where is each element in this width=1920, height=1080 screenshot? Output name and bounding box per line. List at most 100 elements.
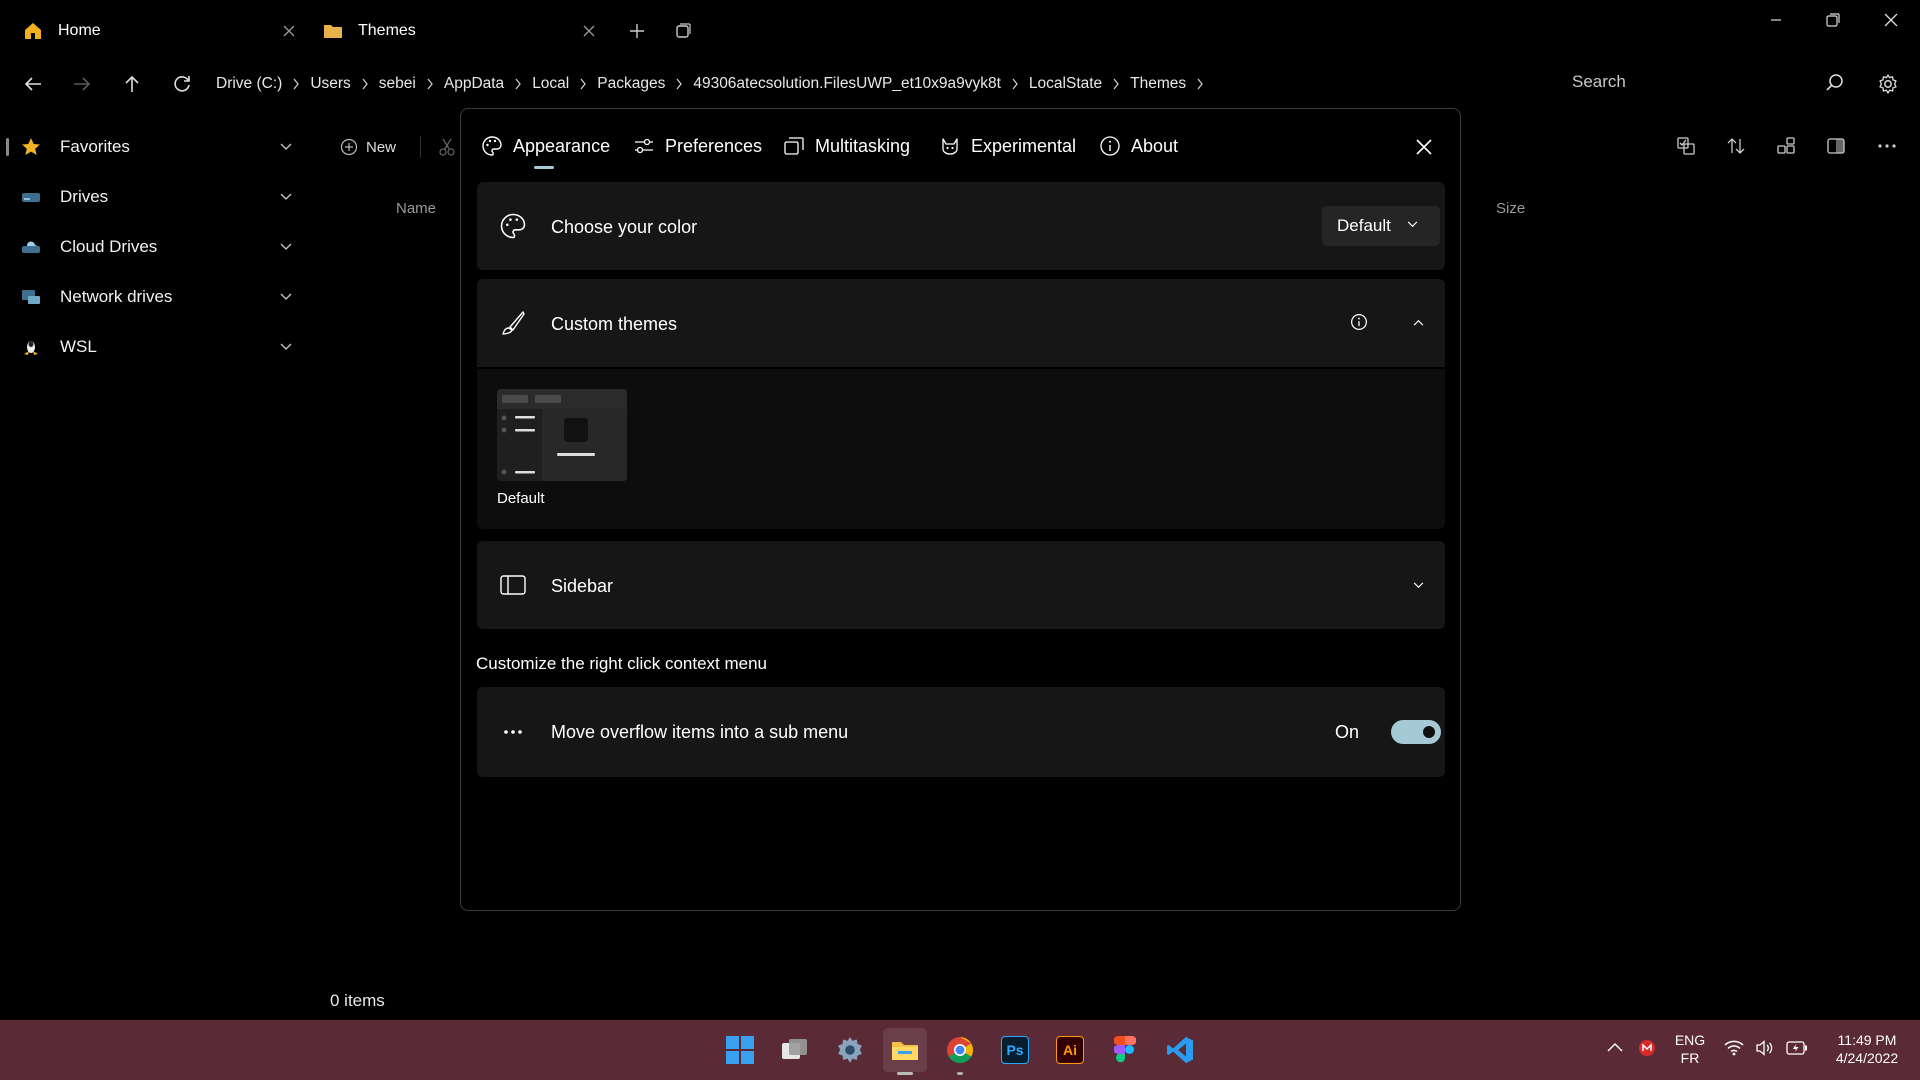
more-options-icon[interactable] xyxy=(1876,135,1898,157)
minimize-button[interactable] xyxy=(1753,6,1799,34)
info-icon[interactable] xyxy=(1350,313,1368,331)
show-hidden-icons-chevron-icon[interactable] xyxy=(1607,1042,1623,1052)
language-secondary: FR xyxy=(1680,1050,1700,1066)
chevron-down-icon[interactable] xyxy=(280,143,292,151)
tab-preferences[interactable]: Preferences xyxy=(633,131,762,161)
clock[interactable]: 11:49 PM 4/24/2022 xyxy=(1822,1032,1912,1066)
color-dropdown-value: Default xyxy=(1337,216,1391,235)
language-primary: ENG xyxy=(1674,1032,1706,1048)
sidebar-card[interactable]: Sidebar xyxy=(477,541,1445,629)
breadcrumb-item[interactable]: sebei xyxy=(379,75,416,93)
chevron-down-icon[interactable] xyxy=(1413,582,1424,589)
tab-label: Themes xyxy=(358,22,416,39)
close-tab-icon[interactable] xyxy=(278,20,300,42)
language-indicator[interactable]: ENG FR xyxy=(1672,1032,1708,1066)
back-button[interactable] xyxy=(15,66,51,102)
chevron-right-icon[interactable] xyxy=(1196,78,1204,90)
chevron-down-icon[interactable] xyxy=(280,243,292,251)
photoshop-icon[interactable]: Ps xyxy=(993,1028,1037,1072)
close-window-button[interactable] xyxy=(1868,6,1914,34)
search-input[interactable]: Search xyxy=(1572,72,1626,92)
clock-time: 11:49 PM xyxy=(1837,1032,1897,1048)
sidebar-item-network-drives[interactable]: Network drives xyxy=(0,277,300,317)
close-tab-icon[interactable] xyxy=(578,20,600,42)
chevron-down-icon[interactable] xyxy=(280,293,292,301)
tab-home[interactable]: Home xyxy=(0,8,300,54)
battery-icon[interactable] xyxy=(1786,1041,1808,1055)
column-header-name[interactable]: Name xyxy=(396,200,436,217)
start-icon[interactable] xyxy=(718,1028,762,1072)
close-dialog-button[interactable] xyxy=(1412,135,1436,159)
vscode-icon[interactable] xyxy=(1158,1028,1202,1072)
chevron-right-icon xyxy=(1112,78,1120,90)
breadcrumb-item[interactable]: Packages xyxy=(597,75,665,93)
breadcrumb: Drive (C:) Users sebei AppData Local Pac… xyxy=(216,72,1214,96)
info-icon xyxy=(1099,135,1121,157)
layout-mode-icon[interactable] xyxy=(1675,135,1697,157)
breadcrumb-item[interactable]: 49306atecsolution.FilesUWP_et10x9a9vyk8t xyxy=(693,75,1001,93)
chevron-down-icon[interactable] xyxy=(280,193,292,201)
tab-experimental[interactable]: Experimental xyxy=(939,131,1076,161)
sidebar-item-cloud-drives[interactable]: Cloud Drives xyxy=(0,227,300,267)
group-icon[interactable] xyxy=(1775,135,1797,157)
tray-app-icon[interactable] xyxy=(1638,1039,1656,1057)
volume-icon[interactable] xyxy=(1756,1040,1776,1056)
search-icon[interactable] xyxy=(1825,73,1845,93)
cut-icon[interactable] xyxy=(438,137,458,157)
column-header-size[interactable]: Size xyxy=(1496,200,1525,217)
color-dropdown[interactable]: Default xyxy=(1322,206,1440,246)
tab-label: Appearance xyxy=(513,135,611,156)
breadcrumb-item[interactable]: AppData xyxy=(444,75,504,93)
chevron-down-icon[interactable] xyxy=(280,343,292,351)
file-explorer-icon[interactable] xyxy=(883,1028,927,1072)
wifi-icon[interactable] xyxy=(1724,1040,1744,1056)
tab-multitasking[interactable]: Multitasking xyxy=(783,131,910,161)
breadcrumb-item[interactable]: Themes xyxy=(1130,75,1186,93)
paintbrush-icon xyxy=(499,309,527,337)
tab-appearance[interactable]: Appearance xyxy=(481,131,610,161)
tab-label: Experimental xyxy=(971,135,1077,156)
experimental-icon xyxy=(939,135,961,157)
add-circle-icon xyxy=(340,138,358,156)
settings-gear-icon[interactable] xyxy=(1877,73,1899,95)
tab-themes[interactable]: Themes xyxy=(300,8,600,54)
star-icon xyxy=(20,136,42,158)
choose-color-card: Choose your color Default xyxy=(477,182,1445,270)
up-button[interactable] xyxy=(114,66,150,102)
duplicate-tab-icon[interactable] xyxy=(675,23,691,39)
theme-preview-default[interactable] xyxy=(497,389,627,481)
sort-icon[interactable] xyxy=(1725,135,1747,157)
selected-tab-indicator xyxy=(534,166,554,169)
chrome-icon[interactable] xyxy=(938,1028,982,1072)
sidebar-item-drives[interactable]: Drives xyxy=(0,177,300,217)
settings-app-icon[interactable] xyxy=(828,1028,872,1072)
breadcrumb-item[interactable]: Users xyxy=(310,75,350,93)
refresh-button[interactable] xyxy=(164,66,200,102)
breadcrumb-item[interactable]: Drive (C:) xyxy=(216,75,282,93)
new-tab-icon[interactable] xyxy=(628,22,646,40)
toolbar-separator xyxy=(420,136,421,158)
tab-about[interactable]: About xyxy=(1099,131,1178,161)
active-app-indicator xyxy=(897,1072,913,1075)
overflow-setting-card: Move overflow items into a sub menu On xyxy=(477,687,1445,777)
palette-icon xyxy=(499,212,527,240)
overflow-toggle[interactable] xyxy=(1391,720,1441,744)
restore-button[interactable] xyxy=(1810,6,1856,34)
new-button[interactable]: New xyxy=(340,138,396,156)
task-view-icon[interactable] xyxy=(773,1028,817,1072)
figma-icon[interactable] xyxy=(1103,1028,1147,1072)
sidebar-label: Sidebar xyxy=(551,576,614,596)
custom-themes-card[interactable]: Custom themes xyxy=(477,279,1445,367)
breadcrumb-item[interactable]: Local xyxy=(532,75,569,93)
preview-pane-icon[interactable] xyxy=(1825,135,1847,157)
context-menu-section-title: Customize the right click context menu xyxy=(476,654,768,673)
forward-button[interactable] xyxy=(64,66,100,102)
cloud-drive-icon xyxy=(20,236,42,258)
illustrator-icon[interactable]: Ai xyxy=(1048,1028,1092,1072)
chevron-up-icon[interactable] xyxy=(1413,319,1424,326)
sidebar-item-wsl[interactable]: WSL xyxy=(0,327,300,367)
sidebar-item-favorites[interactable]: Favorites xyxy=(0,127,300,167)
sidebar-item-label: Favorites xyxy=(60,137,130,156)
breadcrumb-item[interactable]: LocalState xyxy=(1029,75,1102,93)
clock-date: 4/24/2022 xyxy=(1835,1050,1899,1066)
